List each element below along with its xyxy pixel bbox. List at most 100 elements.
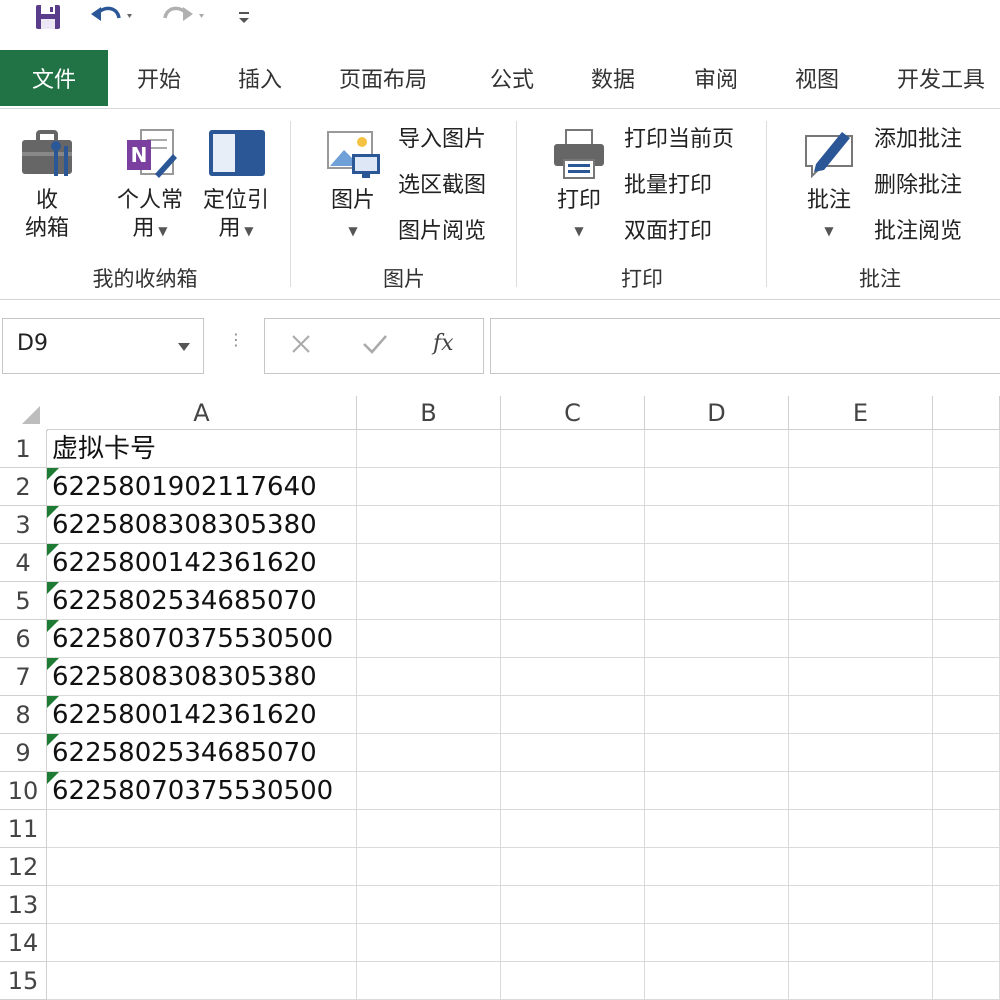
row-header[interactable]: 11: [0, 810, 47, 848]
select-all-corner[interactable]: [0, 396, 48, 431]
table-cell[interactable]: [789, 544, 933, 582]
save-icon[interactable]: [30, 2, 66, 32]
table-cell[interactable]: [645, 620, 789, 658]
table-cell[interactable]: [645, 468, 789, 506]
table-cell[interactable]: [789, 848, 933, 886]
table-cell[interactable]: [645, 696, 789, 734]
table-cell[interactable]: 6225808308305380: [47, 658, 357, 696]
table-cell[interactable]: 6225802534685070: [47, 582, 357, 620]
table-cell[interactable]: [501, 430, 645, 468]
table-cell[interactable]: [789, 430, 933, 468]
table-cell[interactable]: [357, 696, 501, 734]
column-header-a[interactable]: A: [47, 396, 357, 430]
table-cell[interactable]: [501, 734, 645, 772]
table-cell[interactable]: [645, 924, 789, 962]
import-picture-button[interactable]: 导入图片: [398, 123, 486, 157]
table-cell[interactable]: [789, 620, 933, 658]
row-header[interactable]: 1: [0, 430, 47, 468]
table-cell[interactable]: [789, 696, 933, 734]
table-cell[interactable]: [933, 506, 1000, 544]
resize-handle-icon[interactable]: ⋮: [228, 330, 244, 349]
tab-view[interactable]: 视图: [795, 50, 839, 106]
table-cell[interactable]: [933, 544, 1000, 582]
table-cell[interactable]: [933, 924, 1000, 962]
personal-common-button[interactable]: N 个人常 用 ▼: [110, 123, 190, 245]
redo-icon[interactable]: [158, 2, 208, 32]
row-header[interactable]: 3: [0, 506, 47, 544]
cancel-icon[interactable]: [289, 332, 313, 360]
tab-file[interactable]: 文件: [0, 50, 108, 106]
row-header[interactable]: 4: [0, 544, 47, 582]
row-header[interactable]: 15: [0, 962, 47, 1000]
column-header-b[interactable]: B: [357, 396, 501, 430]
table-cell[interactable]: [645, 430, 789, 468]
row-header[interactable]: 9: [0, 734, 47, 772]
table-cell[interactable]: [789, 734, 933, 772]
table-cell[interactable]: [501, 544, 645, 582]
print-button[interactable]: 打印 ▼: [544, 123, 614, 245]
number-as-text-flag-icon[interactable]: [47, 696, 59, 708]
table-cell[interactable]: [645, 848, 789, 886]
enter-check-icon[interactable]: [361, 332, 389, 360]
table-cell[interactable]: [933, 734, 1000, 772]
number-as-text-flag-icon[interactable]: [47, 582, 59, 594]
table-cell[interactable]: [645, 810, 789, 848]
table-cell[interactable]: [789, 810, 933, 848]
comment-button[interactable]: 批注 ▼: [794, 123, 864, 245]
table-cell[interactable]: [933, 848, 1000, 886]
table-cell[interactable]: [933, 810, 1000, 848]
table-cell[interactable]: [501, 810, 645, 848]
table-cell[interactable]: [357, 924, 501, 962]
undo-icon[interactable]: [88, 2, 138, 32]
row-header[interactable]: 10: [0, 772, 47, 810]
table-cell[interactable]: [645, 772, 789, 810]
number-as-text-flag-icon[interactable]: [47, 544, 59, 556]
table-cell[interactable]: [789, 658, 933, 696]
chevron-down-icon[interactable]: [177, 337, 191, 356]
table-cell[interactable]: [47, 886, 357, 924]
table-cell[interactable]: [47, 924, 357, 962]
storage-box-button[interactable]: 收 纳箱: [12, 123, 82, 243]
table-cell[interactable]: [645, 506, 789, 544]
name-box[interactable]: D9: [2, 318, 204, 374]
table-cell[interactable]: [933, 582, 1000, 620]
table-cell[interactable]: [357, 582, 501, 620]
table-cell[interactable]: [645, 544, 789, 582]
row-header[interactable]: 14: [0, 924, 47, 962]
print-current-page-button[interactable]: 打印当前页: [624, 123, 734, 157]
insert-function-icon[interactable]: fx: [433, 331, 454, 356]
table-cell[interactable]: 62258070375530500: [47, 620, 357, 658]
column-header-e[interactable]: E: [789, 396, 933, 430]
table-cell[interactable]: [501, 772, 645, 810]
table-cell[interactable]: [357, 658, 501, 696]
table-cell[interactable]: [357, 468, 501, 506]
customize-icon[interactable]: [232, 2, 256, 32]
batch-print-button[interactable]: 批量打印: [624, 169, 712, 203]
row-header[interactable]: 8: [0, 696, 47, 734]
picture-browse-button[interactable]: 图片阅览: [398, 215, 486, 249]
table-cell[interactable]: [645, 886, 789, 924]
table-cell[interactable]: [357, 848, 501, 886]
row-header[interactable]: 2: [0, 468, 47, 506]
tab-home[interactable]: 开始: [137, 50, 181, 106]
browse-comments-button[interactable]: 批注阅览: [874, 215, 962, 249]
table-cell[interactable]: [789, 962, 933, 1000]
row-header[interactable]: 7: [0, 658, 47, 696]
table-cell[interactable]: [933, 468, 1000, 506]
table-cell[interactable]: [789, 582, 933, 620]
table-cell[interactable]: [357, 506, 501, 544]
table-cell[interactable]: [789, 924, 933, 962]
column-header-d[interactable]: D: [645, 396, 789, 430]
row-header[interactable]: 13: [0, 886, 47, 924]
table-cell[interactable]: [357, 620, 501, 658]
table-cell[interactable]: [357, 962, 501, 1000]
table-cell[interactable]: [933, 772, 1000, 810]
table-cell[interactable]: 6225801902117640: [47, 468, 357, 506]
table-cell[interactable]: [501, 924, 645, 962]
table-cell[interactable]: 6225802534685070: [47, 734, 357, 772]
table-cell[interactable]: 62258070375530500: [47, 772, 357, 810]
number-as-text-flag-icon[interactable]: [47, 620, 59, 632]
row-header[interactable]: 6: [0, 620, 47, 658]
table-cell[interactable]: [645, 962, 789, 1000]
table-cell[interactable]: [789, 886, 933, 924]
